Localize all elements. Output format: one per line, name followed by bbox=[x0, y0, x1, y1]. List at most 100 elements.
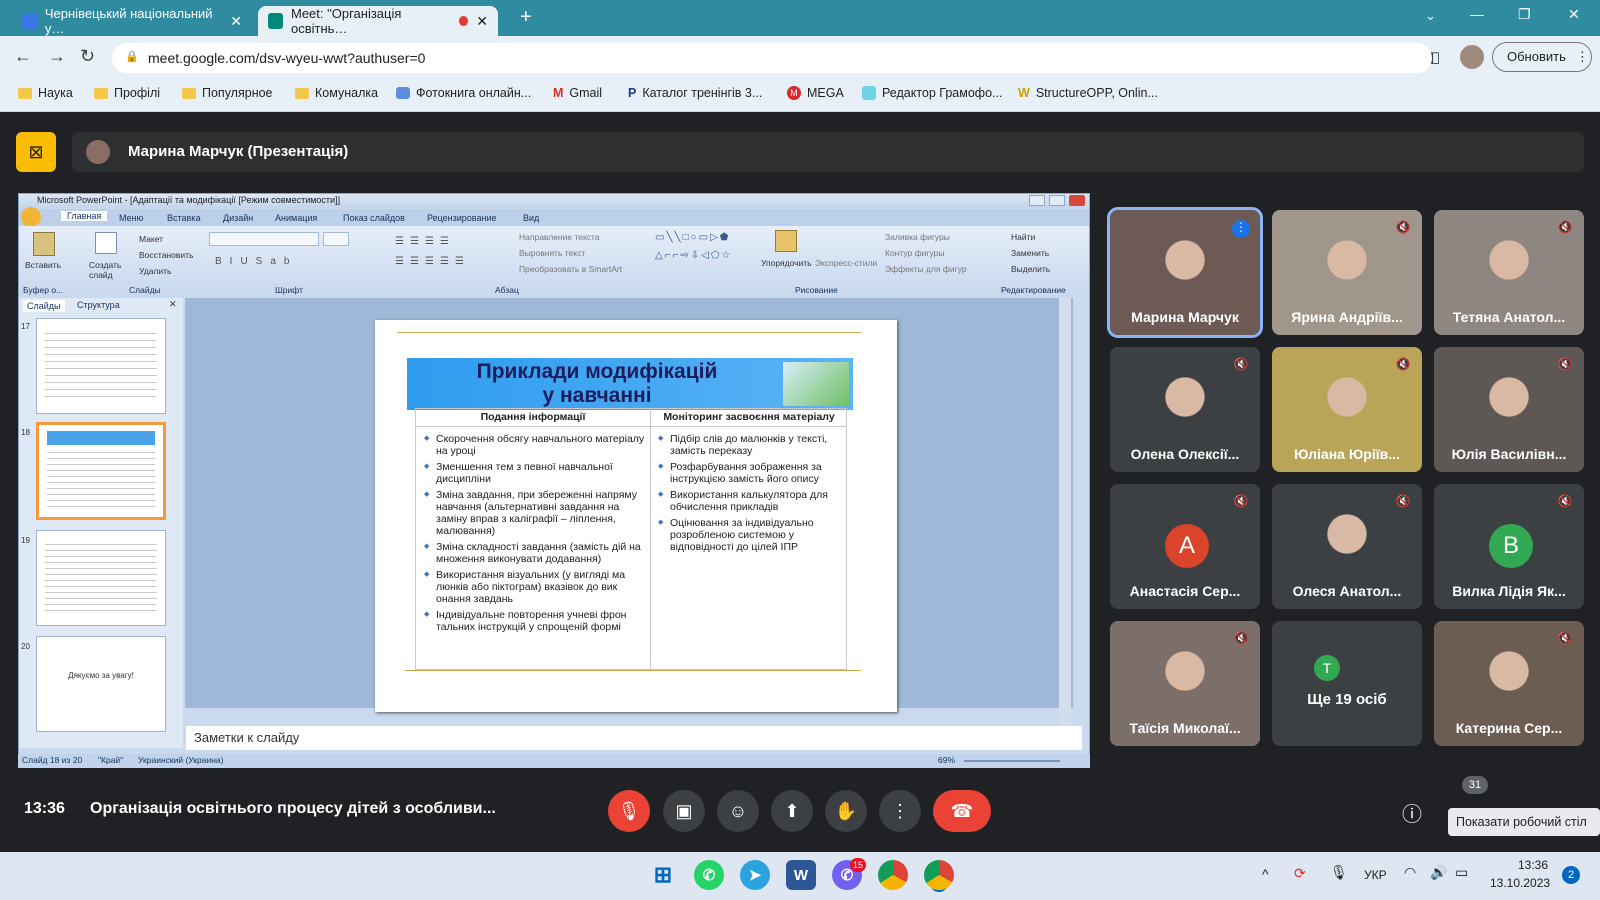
maximize-icon[interactable]: ❐ bbox=[1518, 6, 1531, 23]
align-text-button[interactable]: Выровнять текст bbox=[519, 248, 585, 258]
bookmark-item[interactable]: Фотокнига онлайн... bbox=[396, 86, 531, 100]
leave-call-button[interactable]: ☎ bbox=[933, 790, 991, 832]
bookmark-item[interactable]: M MEGA bbox=[787, 86, 844, 100]
reload-icon[interactable]: ↻ bbox=[80, 46, 95, 67]
telegram-icon[interactable]: ➤ bbox=[740, 860, 770, 890]
replace-button[interactable]: Заменить bbox=[1011, 248, 1049, 258]
ribbon-tab-home[interactable]: Главная bbox=[61, 211, 108, 221]
profile-avatar[interactable] bbox=[1460, 45, 1484, 69]
volume-icon[interactable]: 🔊 bbox=[1430, 864, 1447, 881]
bookmark-item[interactable]: Редактор Грамофо... bbox=[862, 86, 1002, 100]
restore-button[interactable]: Восстановить bbox=[139, 250, 193, 260]
bookmark-item[interactable]: Популярное bbox=[182, 86, 273, 100]
mic-tray-icon[interactable]: 🎙 bbox=[1330, 864, 1348, 881]
mic-off-button[interactable]: 🎙 bbox=[608, 790, 650, 832]
more-options-button[interactable]: ⋮ bbox=[879, 790, 921, 832]
windows-start-icon[interactable]: ⊞ bbox=[648, 860, 678, 890]
participant-tile[interactable]: В 🔇 Вилка Лідія Як... bbox=[1434, 484, 1584, 609]
whatsapp-icon[interactable]: ✆ bbox=[694, 860, 724, 890]
address-bar[interactable]: 🔒 meet.google.com/dsv-wyeu-wwt?authuser=… bbox=[112, 43, 1432, 73]
present-button[interactable]: ⬆ bbox=[771, 790, 813, 832]
layout-button[interactable]: Макет bbox=[139, 234, 163, 244]
ppt-close-icon[interactable] bbox=[1069, 195, 1085, 206]
font-family-select[interactable] bbox=[209, 232, 319, 246]
slide-thumbnail-19[interactable] bbox=[36, 530, 166, 626]
paste-icon[interactable] bbox=[33, 232, 55, 256]
ribbon-tab-view[interactable]: Вид bbox=[523, 213, 539, 223]
input-language[interactable]: УКР bbox=[1364, 868, 1387, 882]
vertical-scrollbar[interactable] bbox=[1059, 298, 1071, 748]
smartart-button[interactable]: Преобразовать в SmartArt bbox=[519, 264, 622, 274]
ribbon-tab-slideshow[interactable]: Показ слайдов bbox=[343, 213, 405, 223]
ribbon-tab-insert[interactable]: Вставка bbox=[167, 213, 200, 223]
participant-tile[interactable]: 🔇 Ярина Андріїв... bbox=[1272, 210, 1422, 335]
ppt-minimize-icon[interactable] bbox=[1029, 195, 1045, 206]
ribbon-tab-menu[interactable]: Меню bbox=[119, 213, 143, 223]
arrange-label[interactable]: Упорядочить bbox=[761, 258, 812, 268]
new-tab-button[interactable]: + bbox=[520, 6, 532, 29]
stop-presenting-button[interactable]: ⊠ bbox=[16, 132, 56, 172]
shapes-gallery-row2[interactable]: △⌐⌐⇨⇩◁⬠☆ bbox=[655, 250, 732, 261]
clock-time[interactable]: 13:36 bbox=[1518, 858, 1548, 872]
participant-tile[interactable]: А 🔇 Анастасія Сер... bbox=[1110, 484, 1260, 609]
participant-tile[interactable]: 🔇 Юліана Юріїв... bbox=[1272, 347, 1422, 472]
delete-slide-button[interactable]: Удалить bbox=[139, 266, 171, 276]
participant-tile[interactable]: ⋮ Марина Марчук bbox=[1107, 207, 1263, 338]
align-buttons[interactable]: ☰☰☰☰☰ bbox=[395, 256, 470, 267]
bookmark-item[interactable]: M Gmail bbox=[553, 86, 602, 100]
text-direction-button[interactable]: Направление текста bbox=[519, 232, 600, 242]
clock-date[interactable]: 13.10.2023 bbox=[1490, 876, 1550, 890]
participant-tile[interactable]: 🔇 Тетяна Анатол... bbox=[1434, 210, 1584, 335]
slide-thumbnail-20[interactable]: Дякуємо за увагу! bbox=[36, 636, 166, 732]
panel-tab-slides[interactable]: Слайды bbox=[23, 300, 65, 312]
bookmark-item[interactable]: Комуналка bbox=[295, 86, 378, 100]
bookmark-item[interactable]: P Каталог тренінгів 3... bbox=[628, 86, 762, 100]
chrome-icon[interactable] bbox=[878, 860, 908, 890]
create-slide-label[interactable]: Создать слайд bbox=[89, 260, 123, 280]
ribbon-tab-design[interactable]: Дизайн bbox=[223, 213, 253, 223]
bookmark-item[interactable]: Наука bbox=[18, 86, 73, 100]
bookmark-item[interactable]: Профілі bbox=[94, 86, 160, 100]
slide-thumbnail-18[interactable] bbox=[36, 422, 166, 520]
font-size-select[interactable] bbox=[323, 232, 349, 246]
word-icon[interactable]: W bbox=[786, 860, 816, 890]
info-icon[interactable]: ⓘ bbox=[1402, 798, 1422, 827]
forward-icon[interactable]: → bbox=[48, 46, 66, 67]
find-button[interactable]: Найти bbox=[1011, 232, 1035, 242]
tray-chevron-icon[interactable]: ^ bbox=[1262, 866, 1269, 882]
participant-tile[interactable]: 🔇 Олена Олексії... bbox=[1110, 347, 1260, 472]
close-window-icon[interactable]: ✕ bbox=[1568, 6, 1580, 23]
menu-dots-icon[interactable]: ⋮ bbox=[1576, 49, 1589, 64]
shape-outline-button[interactable]: Контур фигуры bbox=[885, 248, 944, 258]
tab-search-icon[interactable]: ⌄ bbox=[1425, 8, 1436, 24]
panel-close-icon[interactable]: ✕ bbox=[169, 299, 177, 310]
notification-badge[interactable]: 2 bbox=[1562, 866, 1580, 884]
chrome-active-icon[interactable] bbox=[924, 860, 954, 890]
tab-university[interactable]: Чернівецький національний у… ✕ bbox=[12, 6, 252, 36]
ribbon-tab-review[interactable]: Рецензирование bbox=[427, 213, 497, 223]
raise-hand-button[interactable]: ✋ bbox=[825, 790, 867, 832]
list-buttons[interactable]: ☰☰☰☰ bbox=[395, 236, 455, 247]
participant-tile[interactable]: 🔇 Катерина Сер... bbox=[1434, 621, 1584, 746]
slide-notes-field[interactable]: Заметки к слайду bbox=[186, 726, 1082, 750]
panel-tab-outline[interactable]: Структура bbox=[77, 300, 120, 310]
slide-thumbnail-17[interactable] bbox=[36, 318, 166, 414]
back-icon[interactable]: ← bbox=[14, 46, 32, 67]
sync-icon[interactable]: ⟳ bbox=[1294, 865, 1306, 882]
battery-icon[interactable]: ▭ bbox=[1455, 864, 1468, 881]
close-tab-icon[interactable]: ✕ bbox=[230, 13, 242, 30]
camera-button[interactable]: ▣ bbox=[663, 790, 705, 832]
participant-tile[interactable]: 🔇 Олеся Анатол... bbox=[1272, 484, 1422, 609]
bookmark-item[interactable]: W StructureOPP, Onlin... bbox=[1018, 86, 1158, 100]
close-tab-icon[interactable]: ✕ bbox=[476, 13, 488, 30]
zoom-slider[interactable] bbox=[964, 760, 1060, 762]
select-button[interactable]: Выделить bbox=[1011, 264, 1050, 274]
shape-fill-button[interactable]: Заливка фигуры bbox=[885, 232, 950, 242]
ppt-maximize-icon[interactable] bbox=[1049, 195, 1065, 206]
wifi-icon[interactable]: ◠ bbox=[1404, 864, 1416, 881]
office-button-icon[interactable] bbox=[21, 207, 41, 227]
shapes-gallery[interactable]: ▭╲╲□○▭▷⬟ bbox=[655, 232, 730, 243]
update-button[interactable]: Обновить ⋮ bbox=[1492, 42, 1592, 72]
arrange-icon[interactable] bbox=[775, 230, 797, 252]
participant-tile[interactable]: 🔇 Юлія Василівн... bbox=[1434, 347, 1584, 472]
